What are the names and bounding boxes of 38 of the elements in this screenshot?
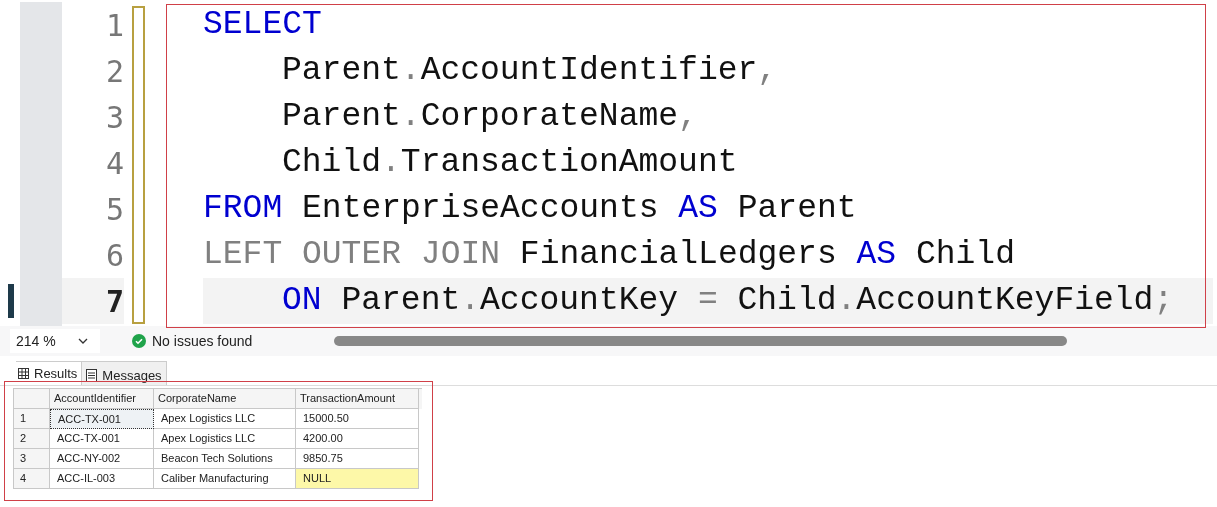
check-icon (132, 334, 146, 348)
line-number: 7 (104, 282, 124, 321)
row-number: 2 (14, 429, 50, 449)
code-line: SELECT (203, 5, 322, 46)
code-line: ON Parent.AccountKey = Child.AccountKeyField; (281, 281, 1174, 322)
line-number: 3 (104, 98, 124, 137)
row-number: 1 (14, 409, 50, 429)
code-line: Parent.AccountIdentifier, (281, 51, 778, 92)
results-tab[interactable]: Messages (81, 361, 167, 385)
table-cell[interactable]: ACC-TX-001 (50, 429, 154, 449)
current-line-indicator (8, 284, 14, 318)
column-header[interactable]: CorporateName (154, 389, 296, 409)
line-number: 6 (104, 236, 124, 275)
table-cell[interactable]: Apex Logistics LLC (154, 409, 296, 429)
table-cell[interactable]: NULL (296, 469, 419, 489)
line-number: 4 (104, 144, 124, 183)
line-number: 2 (104, 52, 124, 91)
table-cell[interactable]: Beacon Tech Solutions (154, 449, 296, 469)
table-cell[interactable]: 15000.50 (296, 409, 419, 429)
line-number: 5 (104, 190, 124, 229)
table-cell[interactable]: 4200.00 (296, 429, 419, 449)
line-number: 1 (104, 6, 124, 45)
chevron-icon (77, 338, 88, 344)
table-cell[interactable]: Apex Logistics LLC (154, 429, 296, 449)
code-line: Parent.CorporateName, (281, 97, 698, 138)
table-cell[interactable]: ACC-TX-001 (50, 409, 154, 429)
table-cell[interactable]: ACC-NY-002 (50, 449, 154, 469)
row-number: 4 (14, 469, 50, 489)
table-cell[interactable]: ACC-IL-003 (50, 469, 154, 489)
row-number: 3 (14, 449, 50, 469)
code-line: FROM EnterpriseAccounts AS Parent (203, 189, 857, 230)
document-icon (86, 369, 98, 382)
zoom-dropdown[interactable]: 214 % (10, 329, 100, 353)
grid-icon (18, 368, 29, 379)
code-line: Child.TransactionAmount (281, 143, 738, 184)
issues-status: No issues found (152, 331, 253, 351)
column-header[interactable]: TransactionAmount (296, 389, 419, 409)
code-line: LEFT OUTER JOIN FinancialLedgers AS Child (203, 235, 1015, 276)
